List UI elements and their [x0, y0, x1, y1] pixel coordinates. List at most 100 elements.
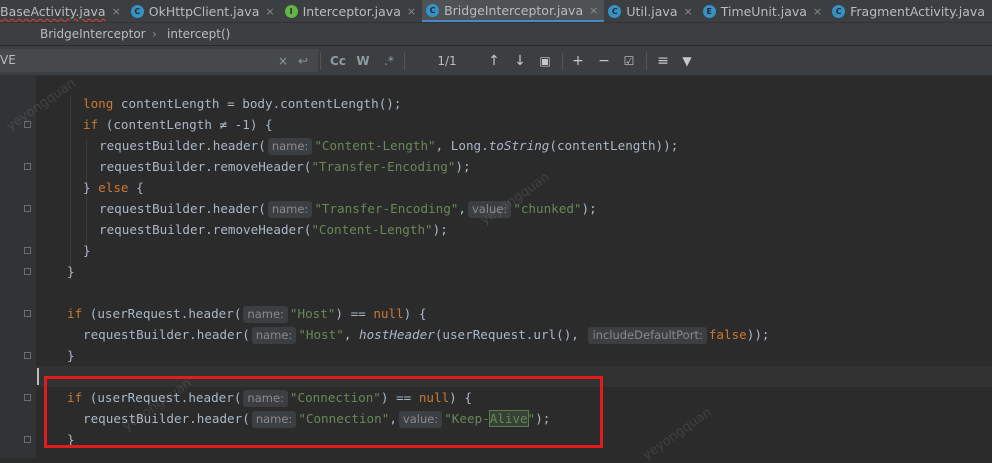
match-count: 1/1: [437, 54, 457, 68]
divider: [320, 52, 321, 70]
code-line[interactable]: if (contentLength ≠ -1) {: [83, 114, 273, 135]
parameter-hint: name:: [251, 327, 297, 344]
search-field-bg: [0, 49, 318, 72]
close-tab-icon[interactable]: ×: [589, 4, 598, 17]
code-text: );: [432, 222, 448, 237]
previous-occurrence-icon[interactable]: ↑: [486, 52, 502, 70]
string-literal: "Transfer-Encoding": [314, 201, 459, 216]
breadcrumb-class[interactable]: BridgeInterceptor: [40, 27, 146, 41]
indent-guide: [70, 96, 71, 281]
code-text: }: [67, 264, 75, 279]
close-tab-icon[interactable]: ×: [112, 5, 121, 18]
code-text: }: [83, 180, 99, 195]
search-history-icon[interactable]: ↩: [296, 52, 310, 70]
search-input[interactable]: VE: [0, 51, 16, 69]
match-case-button[interactable]: Cc: [328, 52, 348, 70]
editor-tab[interactable]: BaseActivity.java ×: [0, 0, 127, 22]
remove-occurrence-icon[interactable]: −: [596, 52, 612, 70]
fold-marker-icon[interactable]: [24, 268, 31, 275]
close-tab-icon[interactable]: ×: [265, 5, 274, 18]
string-literal: "Host": [298, 327, 344, 342]
tab-label: OkHttpClient.java: [148, 3, 260, 19]
select-all-occurrences-icon[interactable]: ▣: [537, 52, 553, 70]
breadcrumb-separator: ›: [152, 27, 157, 41]
fold-marker-icon[interactable]: [24, 352, 31, 359]
java-file-icon: C: [832, 4, 846, 18]
code-text: ) ==: [335, 306, 374, 321]
whole-words-button[interactable]: W: [354, 52, 372, 70]
method-call: hostHeader: [358, 327, 435, 342]
java-file-icon: C: [130, 4, 144, 18]
divider: [646, 52, 647, 70]
add-occurrence-icon[interactable]: +: [570, 52, 586, 70]
annotation-highlight-box: [44, 376, 603, 448]
code-text: requestBuilder.header(: [99, 201, 266, 216]
code-text: ,: [458, 201, 466, 216]
code-text: requestBuilder.removeHeader(: [99, 159, 312, 174]
fold-marker-icon[interactable]: [24, 310, 31, 317]
code-line[interactable]: } else {: [83, 177, 144, 198]
close-tab-icon[interactable]: ×: [407, 5, 416, 18]
code-text: ,: [343, 327, 359, 342]
code-line[interactable]: requestBuilder.removeHeader("Content-Len…: [99, 219, 448, 240]
keyword: if: [83, 117, 99, 132]
code-line[interactable]: requestBuilder.header(name: "Content-Leng…: [99, 135, 678, 156]
text-caret: [37, 368, 39, 385]
code-text: }: [83, 243, 91, 258]
editor-tab[interactable]: CFragmentActivity.java×: [828, 0, 992, 22]
code-line[interactable]: long contentLength = body.contentLength(…: [83, 93, 401, 114]
code-text: requestBuilder.header(: [99, 138, 266, 153]
toggle-selection-icon[interactable]: ☑: [621, 52, 637, 70]
code-text: contentLength = body.contentLength();: [113, 96, 402, 111]
divider: [562, 52, 563, 70]
fold-marker-icon[interactable]: [24, 247, 31, 254]
java-file-icon: C: [426, 3, 440, 17]
code-text: (userRequest.header(: [82, 306, 242, 321]
string-literal: "Transfer-Encoding": [311, 159, 456, 174]
tab-label: BridgeInterceptor.java: [444, 2, 584, 18]
string-literal: "chunked": [513, 201, 582, 216]
tab-label: Util.java: [626, 3, 678, 19]
code-line[interactable]: requestBuilder.removeHeader("Transfer-En…: [99, 156, 471, 177]
code-line[interactable]: if (userRequest.header(name: "Host") == n…: [67, 303, 426, 324]
tab-label: BaseActivity.java: [0, 3, 106, 19]
code-text: (contentLength ≠ -1) {: [98, 117, 273, 132]
code-text: (contentLength));: [549, 138, 679, 153]
code-line[interactable]: }: [83, 240, 91, 261]
code-line[interactable]: }: [67, 345, 75, 366]
fold-marker-icon[interactable]: [24, 394, 31, 401]
regex-button[interactable]: .*: [380, 52, 398, 70]
editor-tab[interactable]: E TimeUnit.java ×: [699, 0, 828, 22]
java-file-icon: E: [702, 4, 716, 18]
code-text: (userRequest.url(),: [434, 327, 587, 342]
divider: [404, 52, 405, 70]
close-tab-icon[interactable]: ×: [813, 5, 822, 18]
java-file-icon: I: [284, 4, 298, 18]
next-occurrence-icon[interactable]: ↓: [512, 52, 528, 70]
java-file-icon: C: [608, 4, 622, 18]
parameter-hint: name:: [267, 201, 313, 218]
close-tab-icon[interactable]: ×: [684, 5, 693, 18]
code-line[interactable]: }: [67, 261, 75, 282]
parameter-hint: includeDefaultPort:: [588, 327, 707, 344]
keyword: false: [708, 327, 747, 342]
multiline-icon[interactable]: ≡: [655, 52, 671, 70]
breadcrumb: BridgeInterceptor › intercept(): [0, 23, 992, 46]
find-bar: VE × ↩ Cc W .* 1/1 ↑ ↓ ▣ + − ☑ ≡ ▼: [0, 46, 992, 76]
fold-marker-icon[interactable]: [24, 436, 31, 443]
keyword: if: [67, 306, 83, 321]
editor-tab[interactable]: C OkHttpClient.java ×: [127, 0, 281, 22]
editor-tab[interactable]: C Util.java ×: [604, 0, 698, 22]
code-text: , Long.: [435, 138, 489, 153]
editor-tab[interactable]: C BridgeInterceptor.java ×: [422, 0, 605, 22]
clear-search-icon[interactable]: ×: [276, 52, 290, 70]
code-line[interactable]: requestBuilder.header(name: "Host", hostH…: [83, 324, 770, 345]
breadcrumb-method[interactable]: intercept(): [167, 27, 230, 41]
fold-marker-icon[interactable]: [24, 163, 31, 170]
filter-icon[interactable]: ▼: [679, 52, 695, 70]
code-text: requestBuilder.header(: [83, 327, 250, 342]
editor-tab[interactable]: I Interceptor.java ×: [281, 0, 423, 22]
fold-marker-icon[interactable]: [24, 205, 31, 212]
code-text: );: [581, 201, 597, 216]
method-call: toString: [488, 138, 550, 153]
